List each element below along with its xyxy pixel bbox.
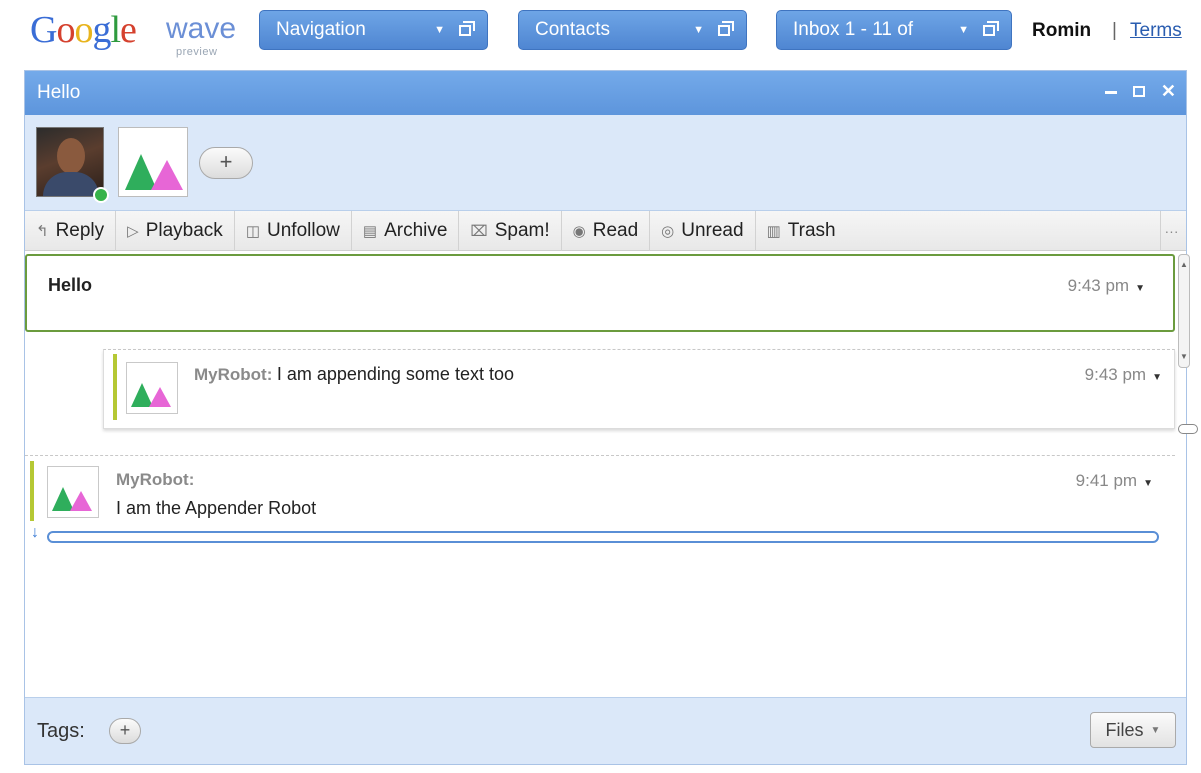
read-button[interactable]: ◉ Read <box>562 210 651 251</box>
eye-icon: ◉ <box>572 222 586 240</box>
root-blip-title: Hello <box>48 275 93 295</box>
trash-label: Trash <box>787 219 836 241</box>
inbox-label: Inbox 1 - 11 of <box>793 19 914 40</box>
restore-icon[interactable] <box>983 20 999 36</box>
chevron-down-icon[interactable]: ▼ <box>434 24 445 36</box>
wave-title: Hello <box>37 82 81 103</box>
pink-flask-icon <box>149 387 171 407</box>
navigation-button[interactable]: Navigation ▼ <box>259 10 488 50</box>
reply-here-icon: ↓ <box>31 524 39 541</box>
unread-icon: ◎ <box>661 222 675 240</box>
reply-icon: ↰ <box>36 222 49 240</box>
chevron-down-icon[interactable]: ▼ <box>958 24 969 36</box>
chevron-down-icon[interactable]: ▼ <box>693 24 704 36</box>
robot-avatar-icon <box>47 466 99 518</box>
reply-label: Reply <box>55 219 105 241</box>
second-blip[interactable]: MyRobot: I am the Appender Robot 9:41 pm… <box>25 455 1175 545</box>
playback-button[interactable]: ▷ Playback <box>116 210 235 251</box>
play-icon: ▷ <box>127 222 139 240</box>
chevron-down-icon[interactable]: ▼ <box>1152 372 1162 383</box>
blip-timestamp[interactable]: 9:41 pm ▼ <box>1076 471 1153 491</box>
robot-avatar-icon <box>126 362 178 414</box>
avatar-shirt <box>43 172 99 196</box>
spam-label: Spam! <box>494 219 550 241</box>
participants-bar: + <box>25 115 1186 211</box>
avatar-romin[interactable] <box>36 127 104 197</box>
timestamp-text: 9:41 pm <box>1075 471 1138 490</box>
archive-button[interactable]: ▤ Archive <box>352 210 460 251</box>
root-blip[interactable]: Hello 9:43 pm ▼ <box>25 254 1175 332</box>
trash-button[interactable]: ▥ Trash <box>756 211 847 251</box>
reply-line: MyRobot: I am appending some text too <box>194 364 514 385</box>
logo-tag: preview <box>176 46 218 58</box>
wave-toolbar: ↰ Reply ▷ Playback ◫ Unfollow ▤ Archive ⌧ Spa… <box>25 210 1186 251</box>
reply-blip[interactable]: MyRobot: I am appending some text too 9:… <box>103 349 1175 429</box>
restore-icon[interactable] <box>718 20 734 36</box>
logo-brand: Google <box>30 9 137 51</box>
unfollow-icon: ◫ <box>245 222 260 240</box>
chevron-down-icon[interactable]: ▼ <box>1143 478 1153 489</box>
reply-composer[interactable] <box>47 531 1159 543</box>
unfollow-label: Unfollow <box>267 219 340 241</box>
top-bar: Google wave preview Navigation ▼ Contact… <box>0 0 1201 68</box>
scroll-thumb[interactable] <box>1178 424 1198 434</box>
window-controls: ✕ <box>1104 82 1176 100</box>
blip-text: I am the Appender Robot <box>116 498 317 518</box>
wave-panel: Hello ✕ + ↰ Reply ▷ Playback ◫ Unfollow ▤ Ar… <box>24 70 1198 765</box>
add-participant-button[interactable]: + <box>199 147 253 179</box>
unread-button[interactable]: ◎ Unread <box>650 210 756 251</box>
restore-icon[interactable] <box>459 20 475 36</box>
scrollbar[interactable]: ▲ ▼ <box>1176 254 1198 514</box>
wave-title-bar: Hello ✕ <box>25 71 1186 115</box>
avatar-myrobot[interactable] <box>118 127 188 197</box>
unread-marker <box>30 461 34 521</box>
unfollow-button[interactable]: ◫ Unfollow <box>235 210 352 251</box>
chevron-down-icon[interactable]: ▼ <box>1135 283 1145 294</box>
archive-icon: ▤ <box>362 222 378 240</box>
files-label: Files <box>1105 719 1144 740</box>
minimize-icon[interactable] <box>1104 90 1117 94</box>
archive-label: Archive <box>384 219 448 241</box>
files-button[interactable]: Files ▼ <box>1090 712 1176 748</box>
contacts-button[interactable]: Contacts ▼ <box>518 10 747 50</box>
logo-product: wave <box>166 12 237 45</box>
inbox-button[interactable]: Inbox 1 - 11 of ▼ <box>776 10 1012 50</box>
more-actions-button[interactable]: ··· <box>1160 211 1182 251</box>
trash-icon: ▥ <box>766 222 781 240</box>
scroll-track[interactable] <box>1178 254 1190 368</box>
wave-content: Hello 9:43 pm ▼ MyRobot: I am appending s… <box>25 252 1186 697</box>
spam-button[interactable]: ⌧ Spam! <box>459 210 562 251</box>
close-icon[interactable]: ✕ <box>1161 82 1176 100</box>
unread-marker <box>113 354 117 420</box>
blip-timestamp[interactable]: 9:43 pm ▼ <box>1085 365 1162 385</box>
blip-author: MyRobot: <box>194 365 273 384</box>
user-name[interactable]: Romin <box>1032 20 1091 42</box>
pink-flask-icon <box>151 160 183 190</box>
contacts-label: Contacts <box>535 19 610 40</box>
blip-author: MyRobot: <box>116 470 195 489</box>
timestamp-text: 9:43 pm <box>1067 276 1130 295</box>
scroll-down-icon[interactable]: ▼ <box>1180 352 1188 361</box>
read-label: Read <box>592 219 639 241</box>
tags-footer: Tags: + Files ▼ <box>25 697 1186 764</box>
navigation-label: Navigation <box>276 19 366 40</box>
separator: | <box>1112 20 1117 41</box>
blip-text: I am appending some text too <box>276 364 514 384</box>
tags-label: Tags: <box>37 720 85 742</box>
add-tag-button[interactable]: + <box>109 718 141 744</box>
reply-button[interactable]: ↰ Reply <box>25 210 117 251</box>
chevron-down-icon: ▼ <box>1150 724 1161 736</box>
spam-icon: ⌧ <box>470 222 488 240</box>
blip-timestamp[interactable]: 9:43 pm ▼ <box>1068 276 1145 296</box>
terms-link[interactable]: Terms <box>1130 20 1182 42</box>
playback-label: Playback <box>145 219 223 241</box>
unread-label: Unread <box>681 219 744 241</box>
scroll-up-icon[interactable]: ▲ <box>1180 260 1188 269</box>
timestamp-text: 9:43 pm <box>1084 365 1147 384</box>
online-status-icon <box>93 187 109 203</box>
pink-flask-icon <box>70 491 92 511</box>
restore-icon[interactable] <box>1132 85 1145 97</box>
avatar-face <box>57 138 85 174</box>
